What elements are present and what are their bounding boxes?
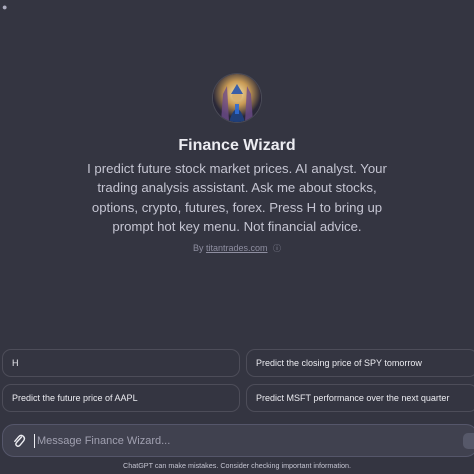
text-caret bbox=[34, 434, 35, 448]
suggestion-card[interactable]: Predict MSFT performance over the next q… bbox=[246, 384, 474, 412]
menu-icon[interactable]: ● bbox=[2, 2, 12, 12]
author-link[interactable]: titantrades.com bbox=[206, 243, 268, 253]
byline-prefix: By bbox=[192, 243, 204, 254]
gpt-byline: By titantrades.com ⓘ bbox=[0, 242, 474, 255]
suggestion-card[interactable]: H bbox=[2, 349, 240, 377]
gpt-title: Finance Wizard bbox=[178, 137, 296, 154]
message-composer bbox=[2, 424, 474, 457]
info-icon[interactable]: ⓘ bbox=[273, 243, 281, 255]
paperclip-icon[interactable] bbox=[11, 432, 27, 450]
suggestion-card[interactable]: Predict the closing price of SPY tomorro… bbox=[246, 349, 474, 377]
suggestion-card[interactable]: Predict the future price of AAPL bbox=[2, 384, 240, 412]
gpt-avatar bbox=[213, 74, 261, 122]
footer-disclaimer: ChatGPT can make mistakes. Consider chec… bbox=[123, 461, 351, 470]
top-bar: ● bbox=[0, 0, 474, 22]
send-button[interactable] bbox=[463, 433, 474, 449]
gpt-intro: Finance Wizard I predict future stock ma… bbox=[0, 74, 474, 255]
message-input[interactable] bbox=[37, 431, 417, 451]
gpt-description: I predict future stock market prices. AI… bbox=[87, 161, 387, 234]
